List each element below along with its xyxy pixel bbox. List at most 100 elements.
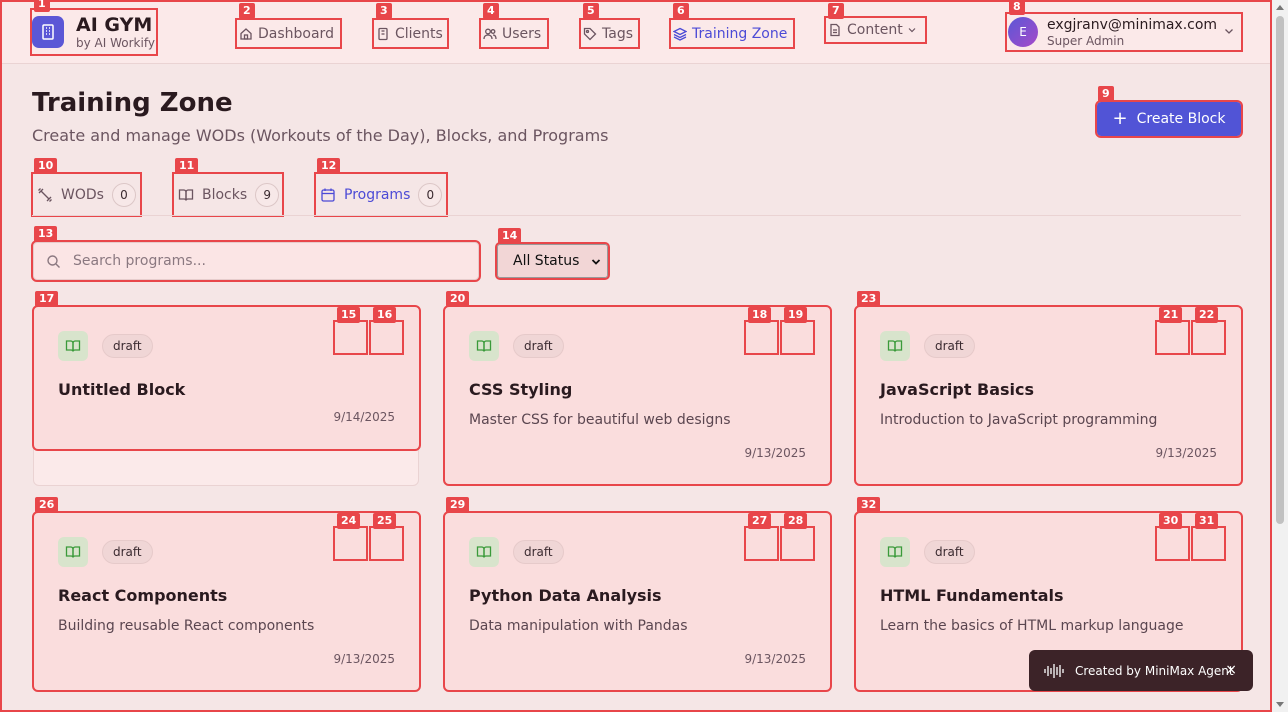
scroll-down-icon[interactable] xyxy=(1276,702,1284,707)
building-icon xyxy=(378,27,388,40)
home-icon xyxy=(240,27,252,40)
delete-button[interactable] xyxy=(369,526,404,561)
tabs-divider xyxy=(32,215,1241,216)
status-badge: draft xyxy=(102,334,153,358)
scrollbar-thumb[interactable] xyxy=(1276,16,1284,524)
nav-users-label: Users xyxy=(502,25,542,42)
marker-label: 25 xyxy=(373,513,397,529)
marker-label: 30 xyxy=(1159,513,1183,529)
tab-wods-count: 0 xyxy=(111,182,136,207)
edit-button[interactable] xyxy=(1155,526,1190,561)
user-menu[interactable]: E exgjranv@minimax.com Super Admin xyxy=(1005,12,1243,52)
book-icon xyxy=(58,331,88,361)
card-date: 9/13/2025 xyxy=(744,652,806,666)
tab-blocks[interactable]: Blocks 9 xyxy=(172,172,284,217)
page-scrollbar[interactable] xyxy=(1272,0,1288,712)
delete-button[interactable] xyxy=(369,320,404,355)
card-description: Building reusable React components xyxy=(58,618,315,634)
calendar-icon xyxy=(321,188,335,202)
tab-blocks-count: 9 xyxy=(255,182,280,207)
status-badge: draft xyxy=(513,334,564,358)
scroll-up-icon[interactable] xyxy=(1276,5,1284,10)
card-title: JavaScript Basics xyxy=(880,380,1035,399)
marker-label: 10 xyxy=(34,158,58,174)
book-icon xyxy=(178,188,194,201)
marker-label: 5 xyxy=(583,3,599,19)
top-navbar: AI GYM by AI Workify Dashboard Clients U… xyxy=(0,0,1272,64)
agent-toast: Created by MiniMax Agent × xyxy=(1029,650,1253,691)
marker-label: 17 xyxy=(35,291,59,307)
document-icon xyxy=(830,23,840,37)
marker-label: 8 xyxy=(1009,0,1025,15)
layers-icon xyxy=(673,27,687,41)
edit-button[interactable] xyxy=(333,320,368,355)
status-badge: draft xyxy=(924,540,975,564)
marker-label: 21 xyxy=(1159,307,1183,323)
nav-content-label: Content xyxy=(847,22,903,38)
nav-dashboard-label: Dashboard xyxy=(258,25,334,42)
book-icon xyxy=(880,331,910,361)
nav-users[interactable]: Users xyxy=(479,18,549,49)
app-subtitle: by AI Workify xyxy=(76,36,155,50)
delete-button[interactable] xyxy=(1191,320,1226,355)
user-email: exgjranv@minimax.com xyxy=(1047,16,1218,33)
marker-label: 18 xyxy=(748,307,772,323)
nav-dashboard[interactable]: Dashboard xyxy=(235,18,342,49)
create-block-label: Create Block xyxy=(1136,111,1226,127)
card-description: Master CSS for beautiful web designs xyxy=(469,412,731,428)
marker-label: 16 xyxy=(373,307,397,323)
page-title: Training Zone xyxy=(32,88,233,118)
search-icon xyxy=(47,254,60,268)
book-icon xyxy=(58,537,88,567)
delete-button[interactable] xyxy=(780,526,815,561)
app-logo[interactable]: AI GYM by AI Workify xyxy=(30,8,158,56)
marker-label: 7 xyxy=(828,3,844,19)
nav-tags-label: Tags xyxy=(602,25,633,42)
marker-label: 6 xyxy=(673,3,689,19)
card-title: CSS Styling xyxy=(469,380,573,399)
tab-programs[interactable]: Programs 0 xyxy=(314,172,448,217)
card-date: 9/13/2025 xyxy=(1155,446,1217,460)
tab-blocks-label: Blocks xyxy=(202,186,248,203)
chevron-down-icon xyxy=(908,28,916,33)
marker-label: 29 xyxy=(446,497,470,513)
edit-button[interactable] xyxy=(1155,320,1190,355)
search-input[interactable] xyxy=(73,253,453,269)
marker-label: 12 xyxy=(317,158,341,174)
close-icon[interactable]: × xyxy=(1225,662,1237,678)
users-icon xyxy=(483,28,497,39)
marker-label: 28 xyxy=(784,513,808,529)
nav-clients[interactable]: Clients xyxy=(372,18,449,49)
edit-button[interactable] xyxy=(744,320,779,355)
search-box[interactable] xyxy=(31,240,481,282)
tab-wods-label: WODs xyxy=(61,186,104,203)
plus-icon: + xyxy=(1112,108,1128,129)
card-date: 9/14/2025 xyxy=(333,410,395,424)
tab-wods[interactable]: WODs 0 xyxy=(31,172,142,217)
delete-button[interactable] xyxy=(780,320,815,355)
card-title: Untitled Block xyxy=(58,380,186,399)
avatar: E xyxy=(1008,17,1038,47)
marker-label: 13 xyxy=(34,226,58,242)
book-icon xyxy=(469,537,499,567)
edit-button[interactable] xyxy=(333,526,368,561)
card-title: HTML Fundamentals xyxy=(880,586,1064,605)
marker-label: 1 xyxy=(34,0,50,12)
card-date: 9/13/2025 xyxy=(333,652,395,666)
nav-tags[interactable]: Tags xyxy=(579,18,640,49)
status-filter-value: All Status xyxy=(513,253,580,269)
nav-content-dropdown[interactable]: Content xyxy=(824,16,927,44)
marker-label: 22 xyxy=(1195,307,1219,323)
status-badge: draft xyxy=(513,540,564,564)
edit-button[interactable] xyxy=(744,526,779,561)
toast-text: Created by MiniMax Agent xyxy=(1075,663,1234,678)
nav-training-zone[interactable]: Training Zone xyxy=(669,18,795,49)
nav-training-zone-label: Training Zone xyxy=(692,25,788,42)
delete-button[interactable] xyxy=(1191,526,1226,561)
marker-label: 14 xyxy=(498,228,522,244)
marker-label: 9 xyxy=(1098,86,1114,102)
marker-label: 32 xyxy=(857,497,881,513)
create-block-button[interactable]: + Create Block xyxy=(1095,100,1243,138)
status-filter-select[interactable]: All Status xyxy=(495,242,610,280)
building-icon xyxy=(32,16,64,48)
